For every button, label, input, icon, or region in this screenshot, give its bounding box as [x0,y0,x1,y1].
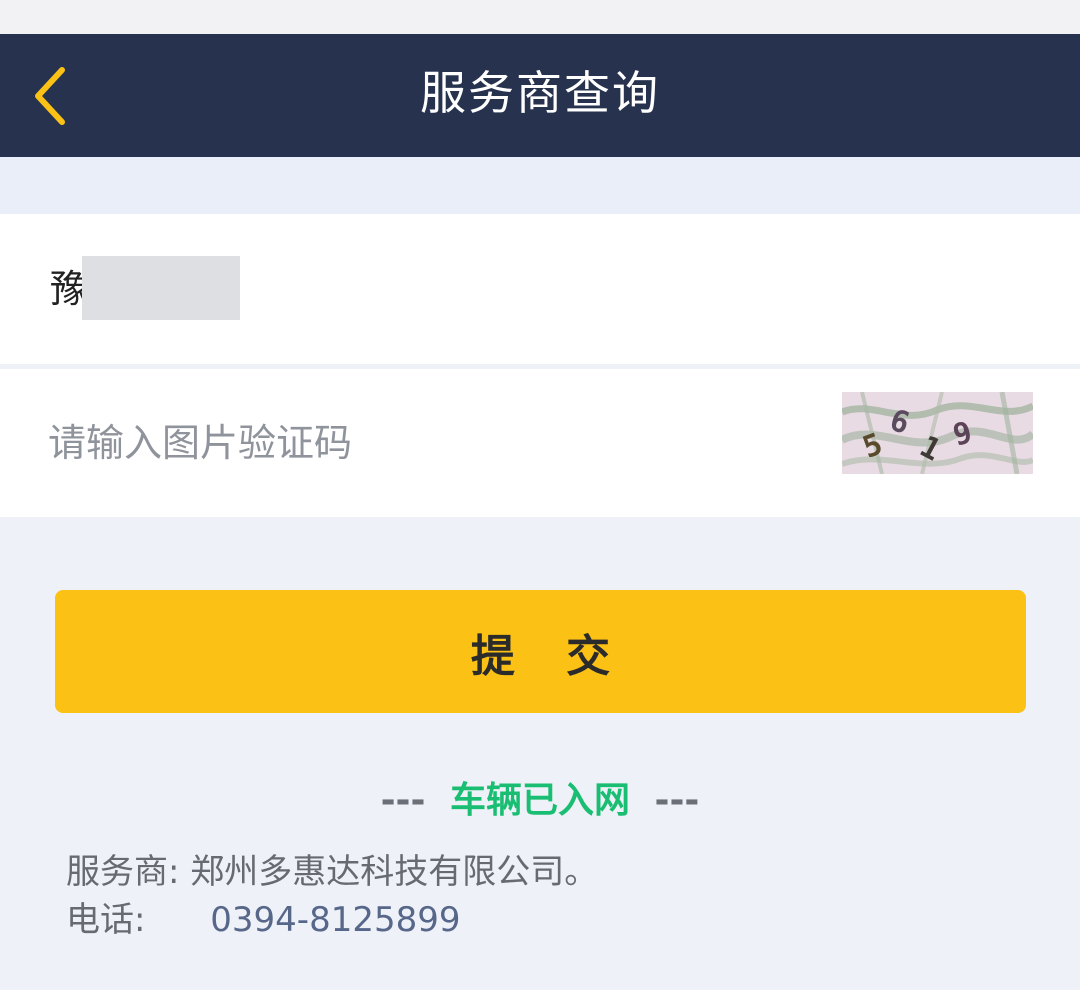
phone-info: 电话: 0394-8125899 [66,896,461,944]
phone-number[interactable]: 0394-8125899 [210,900,460,940]
captcha-input[interactable] [48,405,808,481]
nav-bar: 服务商查询 [0,34,1080,157]
status-dash-left: --- [380,780,426,821]
chevron-left-icon [35,67,65,125]
page-title: 服务商查询 [420,66,660,120]
provider-label: 服务商: [66,852,180,892]
status-bar [0,0,1080,34]
provider-name: 郑州多惠达科技有限公司。 [190,852,599,892]
captcha-noise: 5 6 1 9 [842,392,1033,474]
provider-info: 服务商: 郑州多惠达科技有限公司。 [66,848,598,896]
captcha-row: 5 6 1 9 [0,369,1080,517]
plate-redaction [82,256,240,320]
plate-number-field[interactable]: 豫 [0,214,1080,364]
top-spacer [0,157,1080,214]
status-text: 车辆已入网 [449,780,630,821]
submit-button[interactable]: 提 交 [55,590,1026,713]
back-button[interactable] [20,62,80,130]
status-dash-right: --- [654,780,700,821]
phone-label: 电话: [66,900,146,940]
network-status: --- 车辆已入网 --- [0,774,1080,828]
captcha-image[interactable]: 5 6 1 9 [842,392,1033,474]
